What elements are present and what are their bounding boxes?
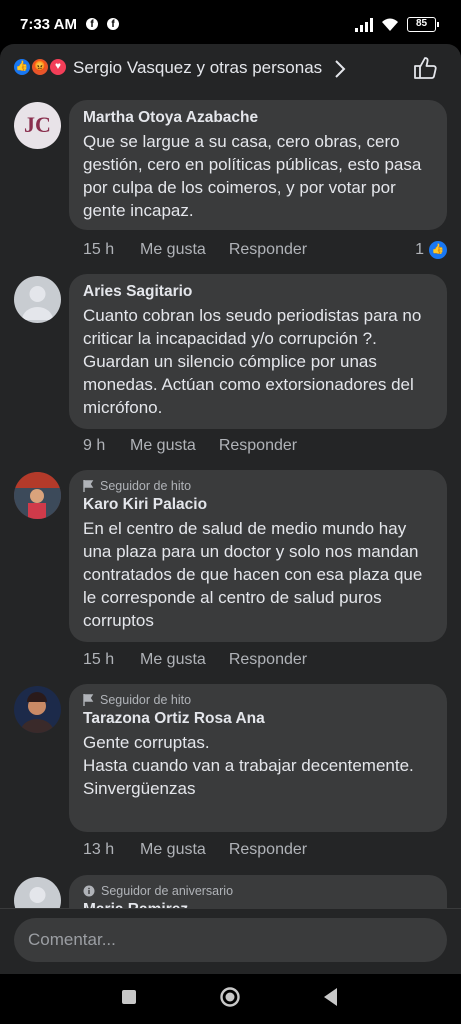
like-button[interactable]: Me gusta [140, 651, 206, 669]
reply-button[interactable]: Responder [229, 651, 307, 669]
comment-text: Gente corruptas. Hasta cuando van a trab… [83, 733, 414, 798]
like-count-value: 1 [415, 241, 424, 258]
like-icon: 👍 [12, 57, 32, 77]
default-avatar-icon [22, 286, 53, 320]
badge-label: Seguidor de hito [100, 479, 192, 493]
like-button[interactable]: Me gusta [140, 241, 206, 259]
reactors-summary[interactable]: Sergio Vasquez y otras personas [73, 58, 322, 78]
comment-bubble[interactable]: Seguidor de hito Karo Kiri Palacio En el… [69, 470, 447, 642]
badge-label: Seguidor de aniversario [101, 884, 234, 898]
reply-button[interactable]: Responder [229, 241, 307, 259]
comment-author[interactable]: Martha Otoya Azabache [83, 109, 433, 127]
avatar[interactable] [14, 472, 61, 519]
comments-sheet: 👍 😡 ♥ Sergio Vasquez y otras personas JC… [0, 44, 461, 974]
reply-button[interactable]: Responder [219, 437, 297, 455]
clock: 7:33 AM [20, 16, 77, 33]
back-button[interactable] [322, 987, 340, 1007]
avatar[interactable] [14, 276, 61, 323]
like-button[interactable]: Me gusta [130, 437, 196, 455]
reactions-header[interactable]: 👍 😡 ♥ Sergio Vasquez y otras personas [0, 44, 461, 92]
comment-bubble[interactable]: Seguidor de hito Tarazona Ortiz Rosa Ana… [69, 684, 447, 832]
home-button[interactable] [219, 986, 241, 1008]
comment-like-count[interactable]: 1 👍 [415, 241, 447, 259]
comment-text: Que se largue a su casa, cero obras, cer… [83, 132, 422, 220]
flag-icon [83, 480, 94, 492]
comment-actions: 9 h Me gusta Responder [83, 437, 297, 455]
like-post-icon[interactable] [412, 55, 438, 81]
svg-text:JC: JC [24, 112, 51, 137]
comment-time: 9 h [83, 437, 106, 454]
comment-composer [0, 908, 461, 974]
comment-author[interactable]: Karo Kiri Palacio [83, 496, 433, 514]
chevron-right-icon[interactable] [333, 59, 347, 79]
facebook-notification-icon: f [107, 18, 119, 30]
love-icon: ♥ [48, 57, 68, 77]
angry-icon: 😡 [30, 57, 50, 77]
comment-input[interactable] [14, 918, 447, 962]
comment-time: 13 h [83, 841, 115, 858]
reply-button[interactable]: Responder [229, 841, 307, 859]
recents-button[interactable] [120, 988, 138, 1006]
battery-indicator: 85 [407, 17, 439, 32]
like-button[interactable]: Me gusta [140, 841, 206, 859]
comment-time: 15 h [83, 241, 115, 258]
comment-bubble[interactable]: Aries Sagitario Cuanto cobran los seudo … [69, 274, 447, 429]
comment-bubble[interactable]: Martha Otoya Azabache Que se largue a su… [69, 100, 447, 230]
follower-badge: Seguidor de hito [83, 479, 433, 493]
comment-actions: 15 h Me gusta Responder [83, 651, 307, 669]
avatar[interactable]: JC [14, 102, 61, 149]
comment-author[interactable]: Aries Sagitario [83, 283, 433, 301]
follower-badge: Seguidor de hito [83, 693, 433, 707]
comment-actions: 13 h Me gusta Responder [83, 841, 307, 859]
facebook-notification-icon: f [86, 18, 98, 30]
comment-time: 15 h [83, 651, 115, 668]
wifi-icon [382, 18, 398, 31]
comment-text: En el centro de salud de medio mundo hay… [83, 519, 423, 630]
avatar[interactable] [14, 686, 61, 733]
follower-badge: Seguidor de aniversario [83, 884, 433, 898]
info-icon [83, 885, 95, 897]
signal-icon [355, 18, 373, 32]
comment-author[interactable]: Tarazona Ortiz Rosa Ana [83, 710, 433, 728]
like-icon: 👍 [429, 241, 447, 259]
comment-actions: 15 h Me gusta Responder [83, 241, 307, 259]
flag-icon [83, 694, 94, 706]
comment-text: Cuanto cobran los seudo periodistas para… [83, 306, 422, 417]
system-nav-bar [0, 974, 461, 1024]
badge-label: Seguidor de hito [100, 693, 192, 707]
status-bar: 7:33 AM f f 85 [0, 0, 461, 44]
